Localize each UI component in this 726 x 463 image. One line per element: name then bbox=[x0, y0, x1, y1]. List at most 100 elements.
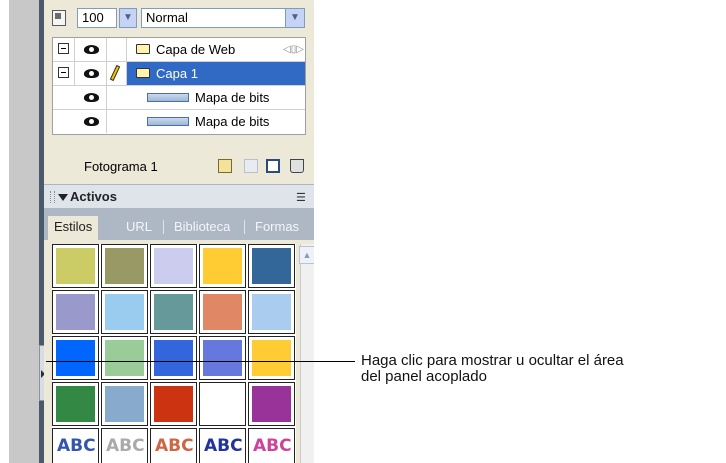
style-swatch[interactable] bbox=[101, 382, 148, 426]
swatch-fill bbox=[105, 294, 144, 330]
selection-highlight bbox=[127, 62, 305, 85]
swatch-fill bbox=[105, 340, 144, 376]
style-swatch[interactable] bbox=[248, 336, 295, 380]
callout-text: Haga clic para mostrar u ocultar el área… bbox=[361, 353, 721, 385]
blend-mode-select[interactable]: Normal ▼ bbox=[141, 8, 305, 28]
assets-tabs: Estilos URL Biblioteca Formas bbox=[44, 208, 314, 240]
style-swatch[interactable] bbox=[248, 290, 295, 334]
text-style-swatch[interactable]: ABC bbox=[248, 428, 295, 463]
eye-icon[interactable] bbox=[84, 117, 99, 126]
swatch-fill bbox=[252, 294, 291, 330]
folder-icon bbox=[136, 68, 150, 78]
collapse-icon[interactable] bbox=[58, 43, 69, 54]
trash-icon[interactable] bbox=[290, 159, 304, 173]
swatch-fill bbox=[252, 340, 291, 376]
style-swatch[interactable] bbox=[101, 290, 148, 334]
chevron-down-icon: ▼ bbox=[285, 9, 304, 27]
assets-title: Activos bbox=[70, 189, 117, 204]
style-swatch[interactable] bbox=[199, 382, 246, 426]
layer-name: Capa 1 bbox=[156, 66, 198, 81]
text-style-label: ABC bbox=[106, 436, 145, 456]
dock-gutter bbox=[9, 0, 39, 463]
layer-name: Mapa de bits bbox=[195, 114, 270, 129]
bitmap-thumbnail-icon bbox=[147, 93, 189, 102]
style-swatch[interactable] bbox=[52, 290, 99, 334]
grip-icon[interactable] bbox=[50, 191, 55, 203]
opacity-field[interactable]: 100 bbox=[77, 8, 117, 28]
opacity-dropdown-button[interactable]: ▼ bbox=[119, 8, 137, 28]
tab-estilos[interactable]: Estilos bbox=[48, 216, 99, 240]
panel-options-icon[interactable]: ☰ bbox=[296, 191, 306, 204]
swatch-fill bbox=[203, 340, 242, 376]
swatch-fill bbox=[56, 340, 95, 376]
style-swatch[interactable] bbox=[52, 244, 99, 288]
style-swatch[interactable] bbox=[248, 382, 295, 426]
tab-biblioteca[interactable]: Biblioteca bbox=[174, 216, 230, 240]
bitmap-thumbnail-icon bbox=[147, 117, 189, 126]
left-white-strip bbox=[0, 0, 9, 463]
text-style-swatch[interactable]: ABC bbox=[101, 428, 148, 463]
text-style-swatch[interactable]: ABC bbox=[150, 428, 197, 463]
swatch-fill bbox=[56, 386, 95, 422]
collapse-triangle-icon[interactable] bbox=[58, 194, 68, 201]
eye-icon[interactable] bbox=[84, 69, 99, 78]
style-swatch[interactable] bbox=[150, 244, 197, 288]
swatch-fill bbox=[252, 248, 291, 284]
new-folder-icon[interactable] bbox=[218, 159, 232, 173]
swatch-fill bbox=[105, 248, 144, 284]
swatch-fill bbox=[105, 386, 144, 422]
blend-mode-value: Normal bbox=[146, 10, 188, 25]
swatch-fill bbox=[154, 294, 193, 330]
add-mask-icon[interactable] bbox=[244, 159, 258, 173]
swatch-fill bbox=[203, 294, 242, 330]
layer-name: Mapa de bits bbox=[195, 90, 270, 105]
layers-assets-panel: 100 ▼ Normal ▼ Capa de Web ◁▯▷ Capa 1 Ma… bbox=[44, 0, 314, 463]
style-swatch[interactable] bbox=[150, 290, 197, 334]
scroll-up-button[interactable]: ▲ bbox=[299, 246, 314, 264]
new-layer-icon[interactable] bbox=[266, 159, 280, 173]
style-swatch[interactable] bbox=[199, 290, 246, 334]
vertical-scrollbar[interactable]: ▲ bbox=[299, 244, 314, 463]
style-swatch[interactable] bbox=[52, 382, 99, 426]
swatch-fill bbox=[154, 340, 193, 376]
swatch-fill bbox=[56, 294, 95, 330]
layer-row[interactable]: Mapa de bits bbox=[53, 86, 305, 110]
text-style-label: ABC bbox=[253, 436, 292, 456]
style-swatch[interactable] bbox=[199, 336, 246, 380]
tab-url[interactable]: URL bbox=[126, 216, 152, 240]
collapse-icon[interactable] bbox=[58, 67, 69, 78]
styles-grid: ABC ABC ABC ABC ABC bbox=[52, 244, 296, 463]
style-swatch[interactable] bbox=[52, 336, 99, 380]
callout-line-2: del panel acoplado bbox=[361, 368, 487, 385]
swatch-fill bbox=[203, 386, 242, 422]
style-swatch[interactable] bbox=[150, 336, 197, 380]
style-swatch[interactable] bbox=[101, 244, 148, 288]
frame-bar: Fotograma 1 bbox=[44, 152, 314, 180]
layer-row-selected[interactable]: Capa 1 bbox=[53, 62, 305, 86]
callout-line bbox=[46, 361, 355, 362]
text-style-label: ABC bbox=[204, 436, 243, 456]
eye-icon[interactable] bbox=[84, 45, 99, 54]
tab-separator bbox=[163, 220, 164, 234]
swatch-fill bbox=[154, 248, 193, 284]
layer-row[interactable]: Capa de Web ◁▯▷ bbox=[53, 38, 305, 62]
swatch-fill bbox=[252, 386, 291, 422]
text-style-swatch[interactable]: ABC bbox=[199, 428, 246, 463]
web-layer-icon: ◁▯▷ bbox=[283, 44, 304, 55]
layer-row[interactable]: Mapa de bits bbox=[53, 110, 305, 134]
assets-panel-header[interactable]: Activos ☰ bbox=[44, 184, 314, 208]
style-swatch[interactable] bbox=[150, 382, 197, 426]
callout-line-1: Haga clic para mostrar u ocultar el área bbox=[361, 352, 624, 369]
style-swatch[interactable] bbox=[248, 244, 295, 288]
eye-icon[interactable] bbox=[84, 93, 99, 102]
swatch-fill bbox=[56, 248, 95, 284]
pencil-icon bbox=[109, 64, 121, 82]
text-style-label: ABC bbox=[57, 436, 96, 456]
style-swatch[interactable] bbox=[199, 244, 246, 288]
text-style-swatch[interactable]: ABC bbox=[52, 428, 99, 463]
layer-name: Capa de Web bbox=[156, 42, 236, 57]
style-swatch[interactable] bbox=[101, 336, 148, 380]
swatch-fill bbox=[203, 248, 242, 284]
layer-options-icon[interactable] bbox=[52, 10, 66, 26]
tab-formas[interactable]: Formas bbox=[255, 216, 299, 240]
